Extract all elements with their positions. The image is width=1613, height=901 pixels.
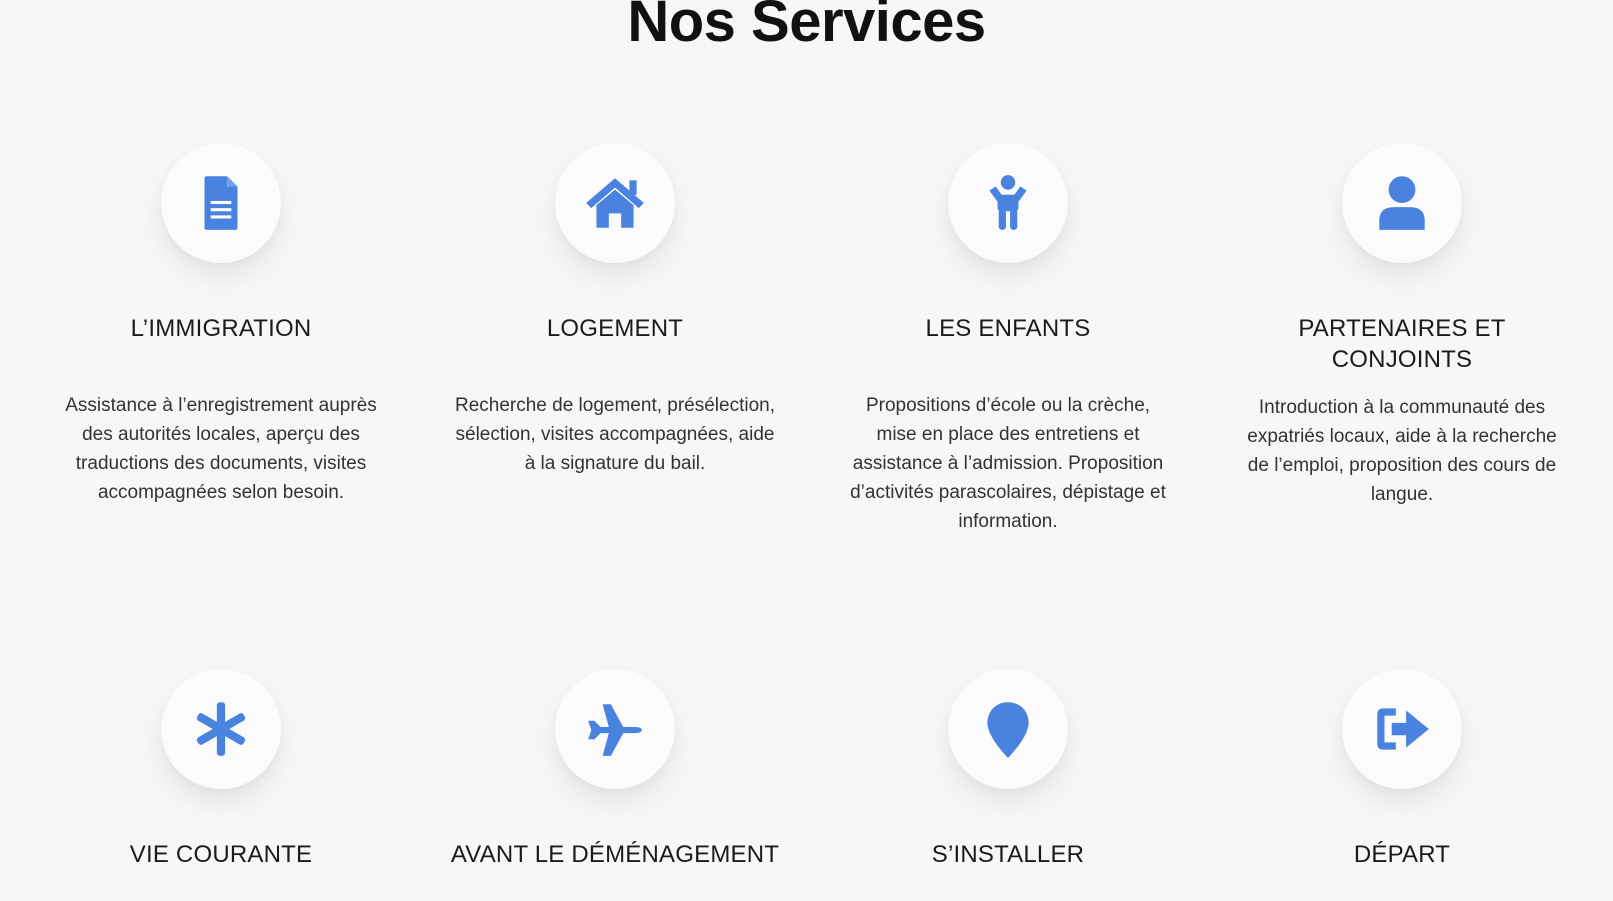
service-icon-button[interactable]: [1342, 143, 1462, 263]
service-card-avant-demenagement: AVANT LE DÉMÉNAGEMENT: [445, 669, 785, 870]
service-icon-button[interactable]: [555, 143, 675, 263]
service-description: Propositions d’école ou la crèche, mise …: [850, 395, 1166, 532]
service-icon-button[interactable]: [161, 143, 281, 263]
map-marker-icon: [987, 702, 1029, 758]
service-card-vie-courante: VIE COURANTE: [51, 669, 391, 870]
service-title: LES ENFANTS: [925, 315, 1091, 342]
service-card-enfants: LES ENFANTS Propositions d’école ou la c…: [838, 143, 1178, 536]
service-card-installer: S’INSTALLER: [838, 669, 1178, 870]
service-icon-button[interactable]: [161, 669, 281, 789]
service-card-immigration: L’IMMIGRATION Assistance à l’enregistrem…: [51, 143, 391, 507]
service-icon-button[interactable]: [1342, 669, 1462, 789]
home-icon: [586, 178, 644, 228]
service-card-depart: DÉPART: [1232, 669, 1572, 870]
service-description: Assistance à l’enregistrement auprès des…: [65, 395, 377, 503]
service-title: AVANT LE DÉMÉNAGEMENT: [450, 841, 780, 868]
user-icon: [1379, 176, 1425, 230]
page-title: Nos Services: [627, 0, 986, 54]
service-icon-button[interactable]: [948, 669, 1068, 789]
asterisk-icon: [196, 702, 246, 756]
document-icon: [204, 176, 238, 230]
service-title: PARTENAIRES ET CONJOINTS: [1298, 315, 1506, 373]
service-title: S’INSTALLER: [931, 841, 1085, 868]
service-title: L’IMMIGRATION: [130, 315, 312, 342]
service-icon-button[interactable]: [555, 669, 675, 789]
plane-icon: [588, 704, 642, 756]
service-icon-button[interactable]: [948, 143, 1068, 263]
service-title: LOGEMENT: [546, 315, 684, 342]
service-description: Recherche de logement, présélection, sél…: [454, 395, 776, 474]
service-title: VIE COURANTE: [129, 841, 313, 868]
child-icon: [989, 175, 1027, 230]
service-description: Introduction à la communauté des expatri…: [1247, 397, 1557, 505]
service-card-partenaires: PARTENAIRES ET CONJOINTS Introduction à …: [1232, 143, 1572, 509]
service-title: DÉPART: [1353, 841, 1451, 868]
sign-out-icon: [1377, 708, 1429, 750]
service-card-logement: LOGEMENT Recherche de logement, présélec…: [445, 143, 785, 478]
